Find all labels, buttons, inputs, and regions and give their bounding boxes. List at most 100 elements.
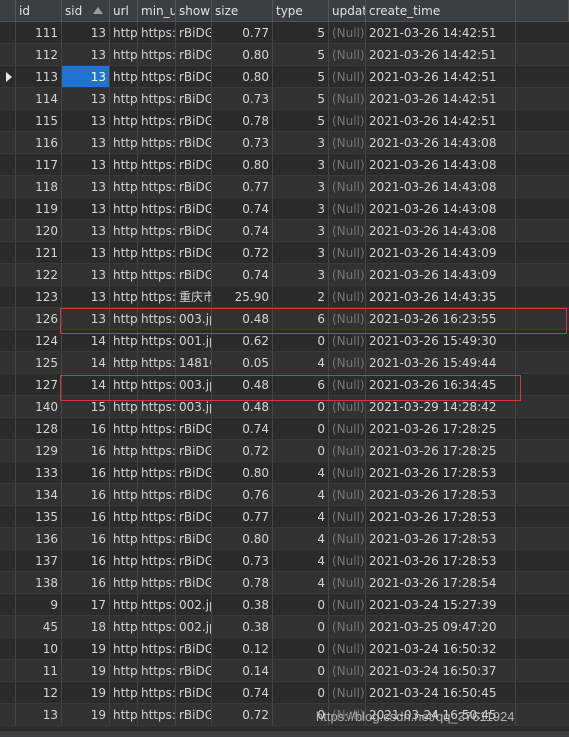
cell-create-time[interactable]: 2021-03-26 16:23:55 [366, 308, 516, 330]
row-gutter[interactable] [0, 396, 16, 418]
cell-type[interactable]: 3 [273, 154, 329, 176]
cell-size[interactable]: 0.72 [212, 704, 273, 726]
cell-update[interactable]: (Null) [329, 286, 366, 308]
table-row[interactable]: 13716httphttps:/rBiDG0.734(Null)2021-03-… [0, 550, 569, 572]
table-row[interactable]: 12816httphttps:/rBiDG0.740(Null)2021-03-… [0, 418, 569, 440]
cell-show[interactable]: rBiDG [176, 154, 212, 176]
cell-type[interactable]: 0 [273, 330, 329, 352]
table-row[interactable]: 12916httphttps:/rBiDG0.720(Null)2021-03-… [0, 440, 569, 462]
cell-size[interactable]: 0.80 [212, 44, 273, 66]
cell-sid[interactable]: 13 [62, 242, 110, 264]
cell-show[interactable]: 003.jp [176, 374, 212, 396]
cell-min-url[interactable]: https:/ [138, 242, 176, 264]
cell-id[interactable]: 126 [16, 308, 62, 330]
cell-min-url[interactable]: https:/ [138, 132, 176, 154]
cell-show[interactable]: rBiDG [176, 572, 212, 594]
row-gutter[interactable] [0, 176, 16, 198]
table-row[interactable]: 11213httphttps:/rBiDG0.805(Null)2021-03-… [0, 44, 569, 66]
cell-update[interactable]: (Null) [329, 220, 366, 242]
cell-sid[interactable]: 16 [62, 550, 110, 572]
column-header-sid[interactable]: sid [62, 0, 110, 22]
cell-type[interactable]: 4 [273, 572, 329, 594]
cell-id[interactable]: 13 [16, 704, 62, 726]
cell-url[interactable]: http [110, 396, 138, 418]
cell-create-time[interactable]: 2021-03-26 17:28:53 [366, 528, 516, 550]
cell-update[interactable]: (Null) [329, 374, 366, 396]
cell-min-url[interactable]: https:/ [138, 418, 176, 440]
cell-size[interactable]: 0.72 [212, 242, 273, 264]
table-row[interactable]: 11913httphttps:/rBiDG0.743(Null)2021-03-… [0, 198, 569, 220]
cell-size[interactable]: 0.73 [212, 132, 273, 154]
cell-create-time[interactable]: 2021-03-26 14:43:08 [366, 154, 516, 176]
cell-update[interactable]: (Null) [329, 396, 366, 418]
cell-id[interactable]: 138 [16, 572, 62, 594]
cell-id[interactable]: 133 [16, 462, 62, 484]
cell-type[interactable]: 4 [273, 550, 329, 572]
cell-sid[interactable]: 13 [62, 132, 110, 154]
cell-type[interactable]: 0 [273, 440, 329, 462]
cell-create-time[interactable]: 2021-03-26 14:42:51 [366, 66, 516, 88]
cell-url[interactable]: http [110, 198, 138, 220]
row-gutter[interactable] [0, 88, 16, 110]
cell-show[interactable]: 001.jp [176, 330, 212, 352]
cell-sid[interactable]: 19 [62, 704, 110, 726]
row-gutter[interactable] [0, 682, 16, 704]
cell-create-time[interactable]: 2021-03-26 14:42:51 [366, 110, 516, 132]
cell-show[interactable]: rBiDG [176, 66, 212, 88]
cell-id[interactable]: 11 [16, 660, 62, 682]
row-gutter[interactable] [0, 220, 16, 242]
cell-url[interactable]: http [110, 308, 138, 330]
cell-url[interactable]: http [110, 242, 138, 264]
cell-sid[interactable]: 16 [62, 418, 110, 440]
cell-create-time[interactable]: 2021-03-26 14:42:51 [366, 88, 516, 110]
cell-id[interactable]: 137 [16, 550, 62, 572]
cell-id[interactable]: 134 [16, 484, 62, 506]
cell-type[interactable]: 0 [273, 660, 329, 682]
cell-create-time[interactable]: 2021-03-25 09:47:20 [366, 616, 516, 638]
cell-sid[interactable]: 16 [62, 440, 110, 462]
cell-update[interactable]: (Null) [329, 22, 366, 44]
cell-create-time[interactable]: 2021-03-26 15:49:30 [366, 330, 516, 352]
cell-create-time[interactable]: 2021-03-26 15:49:44 [366, 352, 516, 374]
cell-min-url[interactable]: https:/ [138, 110, 176, 132]
column-header-show[interactable]: show [176, 0, 212, 22]
cell-min-url[interactable]: https:/ [138, 198, 176, 220]
cell-min-url[interactable]: https:/ [138, 44, 176, 66]
cell-update[interactable]: (Null) [329, 264, 366, 286]
cell-type[interactable]: 0 [273, 418, 329, 440]
cell-min-url[interactable]: https:/ [138, 506, 176, 528]
cell-type[interactable]: 5 [273, 22, 329, 44]
cell-size[interactable]: 0.48 [212, 396, 273, 418]
cell-show[interactable]: rBiDG [176, 198, 212, 220]
cell-min-url[interactable]: https:/ [138, 616, 176, 638]
cell-size[interactable]: 0.76 [212, 484, 273, 506]
table-row[interactable]: 1119httphttps:/rBiDG0.140(Null)2021-03-2… [0, 660, 569, 682]
cell-min-url[interactable]: https:/ [138, 88, 176, 110]
row-gutter[interactable] [0, 506, 16, 528]
cell-size[interactable]: 0.80 [212, 462, 273, 484]
cell-id[interactable]: 117 [16, 154, 62, 176]
cell-url[interactable]: http [110, 132, 138, 154]
cell-min-url[interactable]: https:/ [138, 330, 176, 352]
cell-type[interactable]: 3 [273, 242, 329, 264]
cell-update[interactable]: (Null) [329, 132, 366, 154]
cell-id[interactable]: 127 [16, 374, 62, 396]
cell-type[interactable]: 2 [273, 286, 329, 308]
cell-update[interactable]: (Null) [329, 418, 366, 440]
table-row[interactable]: 1019httphttps:/rBiDG0.120(Null)2021-03-2… [0, 638, 569, 660]
cell-type[interactable]: 0 [273, 682, 329, 704]
cell-url[interactable]: http [110, 220, 138, 242]
cell-type[interactable]: 5 [273, 88, 329, 110]
row-gutter[interactable] [0, 198, 16, 220]
cell-update[interactable]: (Null) [329, 88, 366, 110]
cell-url[interactable]: http [110, 528, 138, 550]
cell-create-time[interactable]: 2021-03-29 14:28:42 [366, 396, 516, 418]
cell-sid[interactable]: 17 [62, 594, 110, 616]
row-gutter[interactable] [0, 462, 16, 484]
cell-update[interactable]: (Null) [329, 506, 366, 528]
cell-id[interactable]: 121 [16, 242, 62, 264]
row-gutter[interactable] [0, 44, 16, 66]
cell-url[interactable]: http [110, 682, 138, 704]
cell-show[interactable]: rBiDG [176, 132, 212, 154]
cell-min-url[interactable]: https:/ [138, 352, 176, 374]
